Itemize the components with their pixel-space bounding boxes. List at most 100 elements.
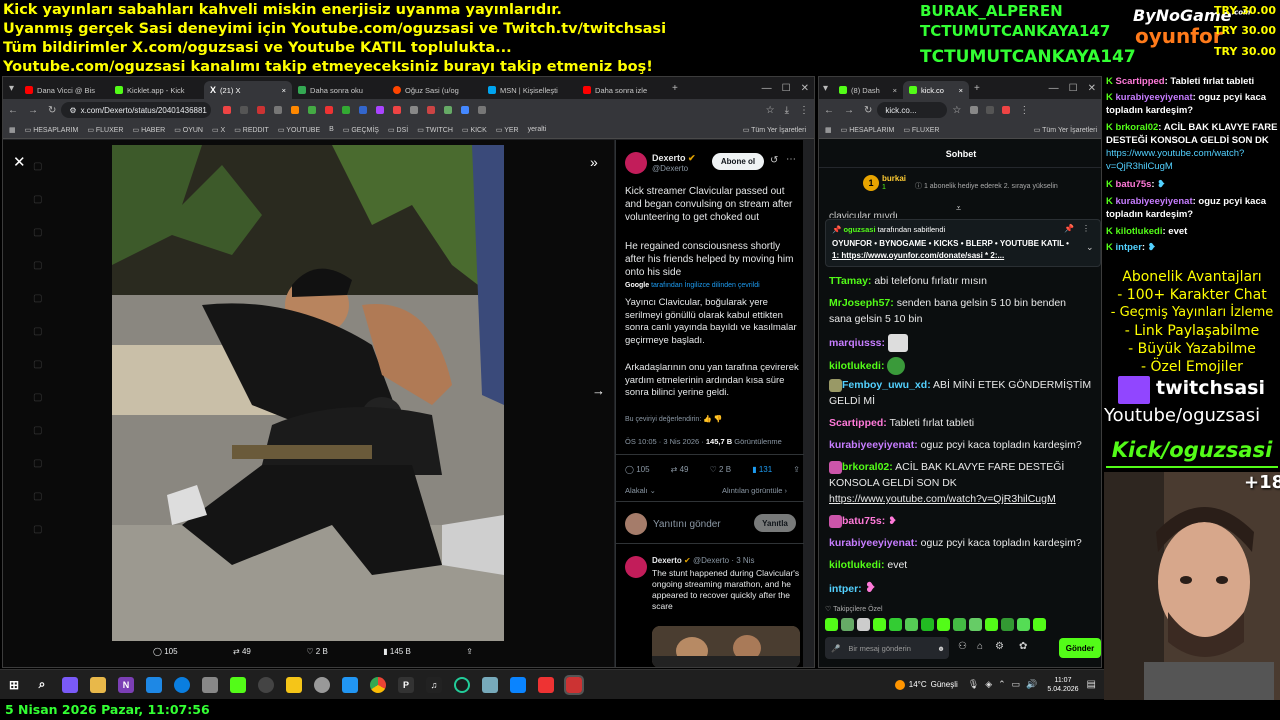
reply-button[interactable]: Yanıtla (754, 514, 796, 532)
bookmark-folder[interactable]: ▭ HESAPLARIM (841, 126, 895, 134)
bookmark-folder[interactable]: ▭ FLUXER (903, 126, 939, 134)
extension-icon[interactable] (274, 106, 283, 114)
thread-media[interactable] (652, 626, 800, 667)
menu-icon[interactable]: ⋮ (1019, 105, 1029, 116)
back-icon[interactable]: ← (8, 105, 18, 116)
tab-menu-icon[interactable]: ▾ (9, 83, 14, 94)
app-icon[interactable] (62, 676, 78, 693)
share-icon[interactable]: ⇪ (466, 647, 473, 656)
extension-icon[interactable] (240, 106, 249, 114)
app-icon[interactable] (510, 676, 526, 693)
camera-icon[interactable] (202, 676, 218, 693)
tab-menu-icon[interactable]: ▾ (823, 83, 828, 94)
settings-icon[interactable]: ⚙ (995, 641, 1004, 652)
bookmark-folder[interactable]: ▭ HESAPLARIM (25, 126, 79, 134)
maximize-icon[interactable]: ☐ (1069, 83, 1078, 94)
extension-icon[interactable] (325, 106, 334, 114)
onenote-icon[interactable]: N (118, 676, 134, 693)
tab-3-active[interactable]: X (21) X × (204, 81, 293, 99)
all-bookmarks[interactable]: ▭ Tüm Yer İşaretleri (743, 126, 806, 134)
music-icon[interactable]: ♫ (426, 676, 442, 693)
minimize-icon[interactable]: — (1049, 83, 1059, 94)
extension-icon[interactable] (308, 106, 317, 114)
chat-link[interactable]: https://www.youtube.com/watch?v=QjR3hilC… (829, 492, 1056, 507)
follow-button[interactable]: Abone ol (712, 153, 764, 170)
points-icon[interactable]: ⚇ (958, 641, 967, 652)
bookmark-folder[interactable]: ▭ KICK (462, 126, 487, 134)
bookmark-folder[interactable]: ▭ HABER (133, 126, 166, 134)
tab-4[interactable]: Daha sonra oku (292, 81, 387, 99)
chevron-down-icon[interactable]: ⌄ (1086, 242, 1094, 253)
clock[interactable]: 11:07 5.04.2026 (1047, 676, 1078, 694)
tab-5[interactable]: Oğuz Sasi (u/og (387, 81, 482, 99)
file-explorer-icon[interactable] (90, 676, 106, 693)
quotes-link[interactable]: Alıntılan görüntüle › (722, 486, 787, 495)
extension-icon[interactable] (393, 106, 402, 114)
emote-icon[interactable] (889, 618, 902, 631)
extension-icon[interactable] (427, 106, 436, 114)
app-icon[interactable]: P (398, 676, 414, 693)
close-icon[interactable]: × (893, 86, 897, 95)
gift-user[interactable]: burkai (882, 174, 906, 183)
microphone-icon[interactable]: 🎤 (831, 644, 840, 653)
maximize-icon[interactable]: ☐ (782, 83, 791, 94)
emote-icon[interactable] (905, 618, 918, 631)
thread-avatar[interactable] (625, 556, 647, 578)
bookmark-folder[interactable]: ▭ X (212, 126, 225, 134)
more-options-icon[interactable]: ⋯ (786, 154, 796, 165)
reply-button[interactable]: ◯ 105 (153, 647, 178, 656)
emote-icon[interactable] (1017, 618, 1030, 631)
chrome-icon[interactable] (370, 676, 386, 693)
extension-icon[interactable] (986, 106, 995, 114)
views-stat[interactable]: ▮ 145 B (383, 647, 411, 656)
search-icon[interactable]: ⌕ (34, 677, 50, 693)
chevron-up-icon[interactable]: ⌃ (998, 679, 1006, 690)
emote-icon[interactable] (953, 618, 966, 631)
send-button[interactable]: Gönder (1059, 638, 1101, 658)
share-icon[interactable]: ⇪ (793, 465, 800, 474)
app-tray-icon[interactable]: ◈ (985, 679, 992, 690)
weather-widget[interactable]: 14°C Güneşli (894, 679, 958, 690)
app-icon[interactable] (230, 676, 246, 693)
back-icon[interactable]: ← (824, 105, 834, 116)
like-button[interactable]: ♡ 2 B (306, 647, 327, 656)
app-icon[interactable] (342, 676, 358, 693)
emote-icon[interactable] (841, 618, 854, 631)
bookmark-item[interactable]: yeralti (528, 126, 547, 133)
bookmark-star-icon[interactable]: ☆ (766, 105, 775, 116)
download-icon[interactable]: ⤓ (785, 105, 789, 116)
obs-icon[interactable] (564, 674, 584, 695)
emote-icon[interactable] (873, 618, 886, 631)
bookmark-folder[interactable]: ▭ YER (496, 126, 519, 134)
minimize-icon[interactable]: — (762, 83, 772, 94)
shop-icon[interactable]: ⌂ (977, 641, 983, 652)
apps-grid-icon[interactable]: ▦ (9, 126, 16, 134)
all-bookmarks[interactable]: ▭ Tüm Yer İşaretleri (1034, 126, 1097, 134)
related-toggle[interactable]: Alakalı ⌄ (625, 486, 656, 495)
close-window-icon[interactable]: ✕ (1088, 83, 1096, 94)
emote-icon[interactable] (825, 618, 838, 631)
sticky-notes-icon[interactable] (286, 676, 302, 693)
emote-icon[interactable] (937, 618, 950, 631)
bookmark-folder[interactable]: ▭ FLUXER (87, 126, 123, 134)
extension-icon[interactable] (257, 106, 266, 114)
start-windows-icon[interactable]: ⊞ (6, 677, 22, 693)
menu-icon[interactable]: ⋮ (799, 105, 809, 116)
bookmark-folder[interactable]: ▭ TWITCH (417, 126, 453, 134)
extension-icon[interactable] (410, 106, 419, 114)
vivaldi-icon[interactable] (538, 676, 554, 693)
expand-panel-icon[interactable]: » (590, 154, 598, 170)
pin-icon[interactable]: 📌 (1064, 224, 1074, 233)
emote-icon[interactable] (1001, 618, 1014, 631)
app-icon[interactable] (258, 676, 274, 693)
volume-icon[interactable]: 🔊 (1026, 679, 1037, 690)
bookmark-folder[interactable]: ▭ REDDIT (234, 126, 269, 134)
more-options-icon[interactable]: ⋮ (1082, 224, 1090, 233)
extension-icon[interactable] (970, 106, 979, 114)
emote-icon[interactable] (969, 618, 982, 631)
reload-icon[interactable]: ↻ (864, 105, 872, 116)
tab-dashboard[interactable]: (8) Dash × (833, 81, 903, 99)
close-viewer-icon[interactable]: ✕ (13, 153, 26, 171)
grok-icon[interactable]: ↺ (770, 155, 778, 166)
bookmark-folder[interactable]: ▭ OYUN (174, 126, 203, 134)
